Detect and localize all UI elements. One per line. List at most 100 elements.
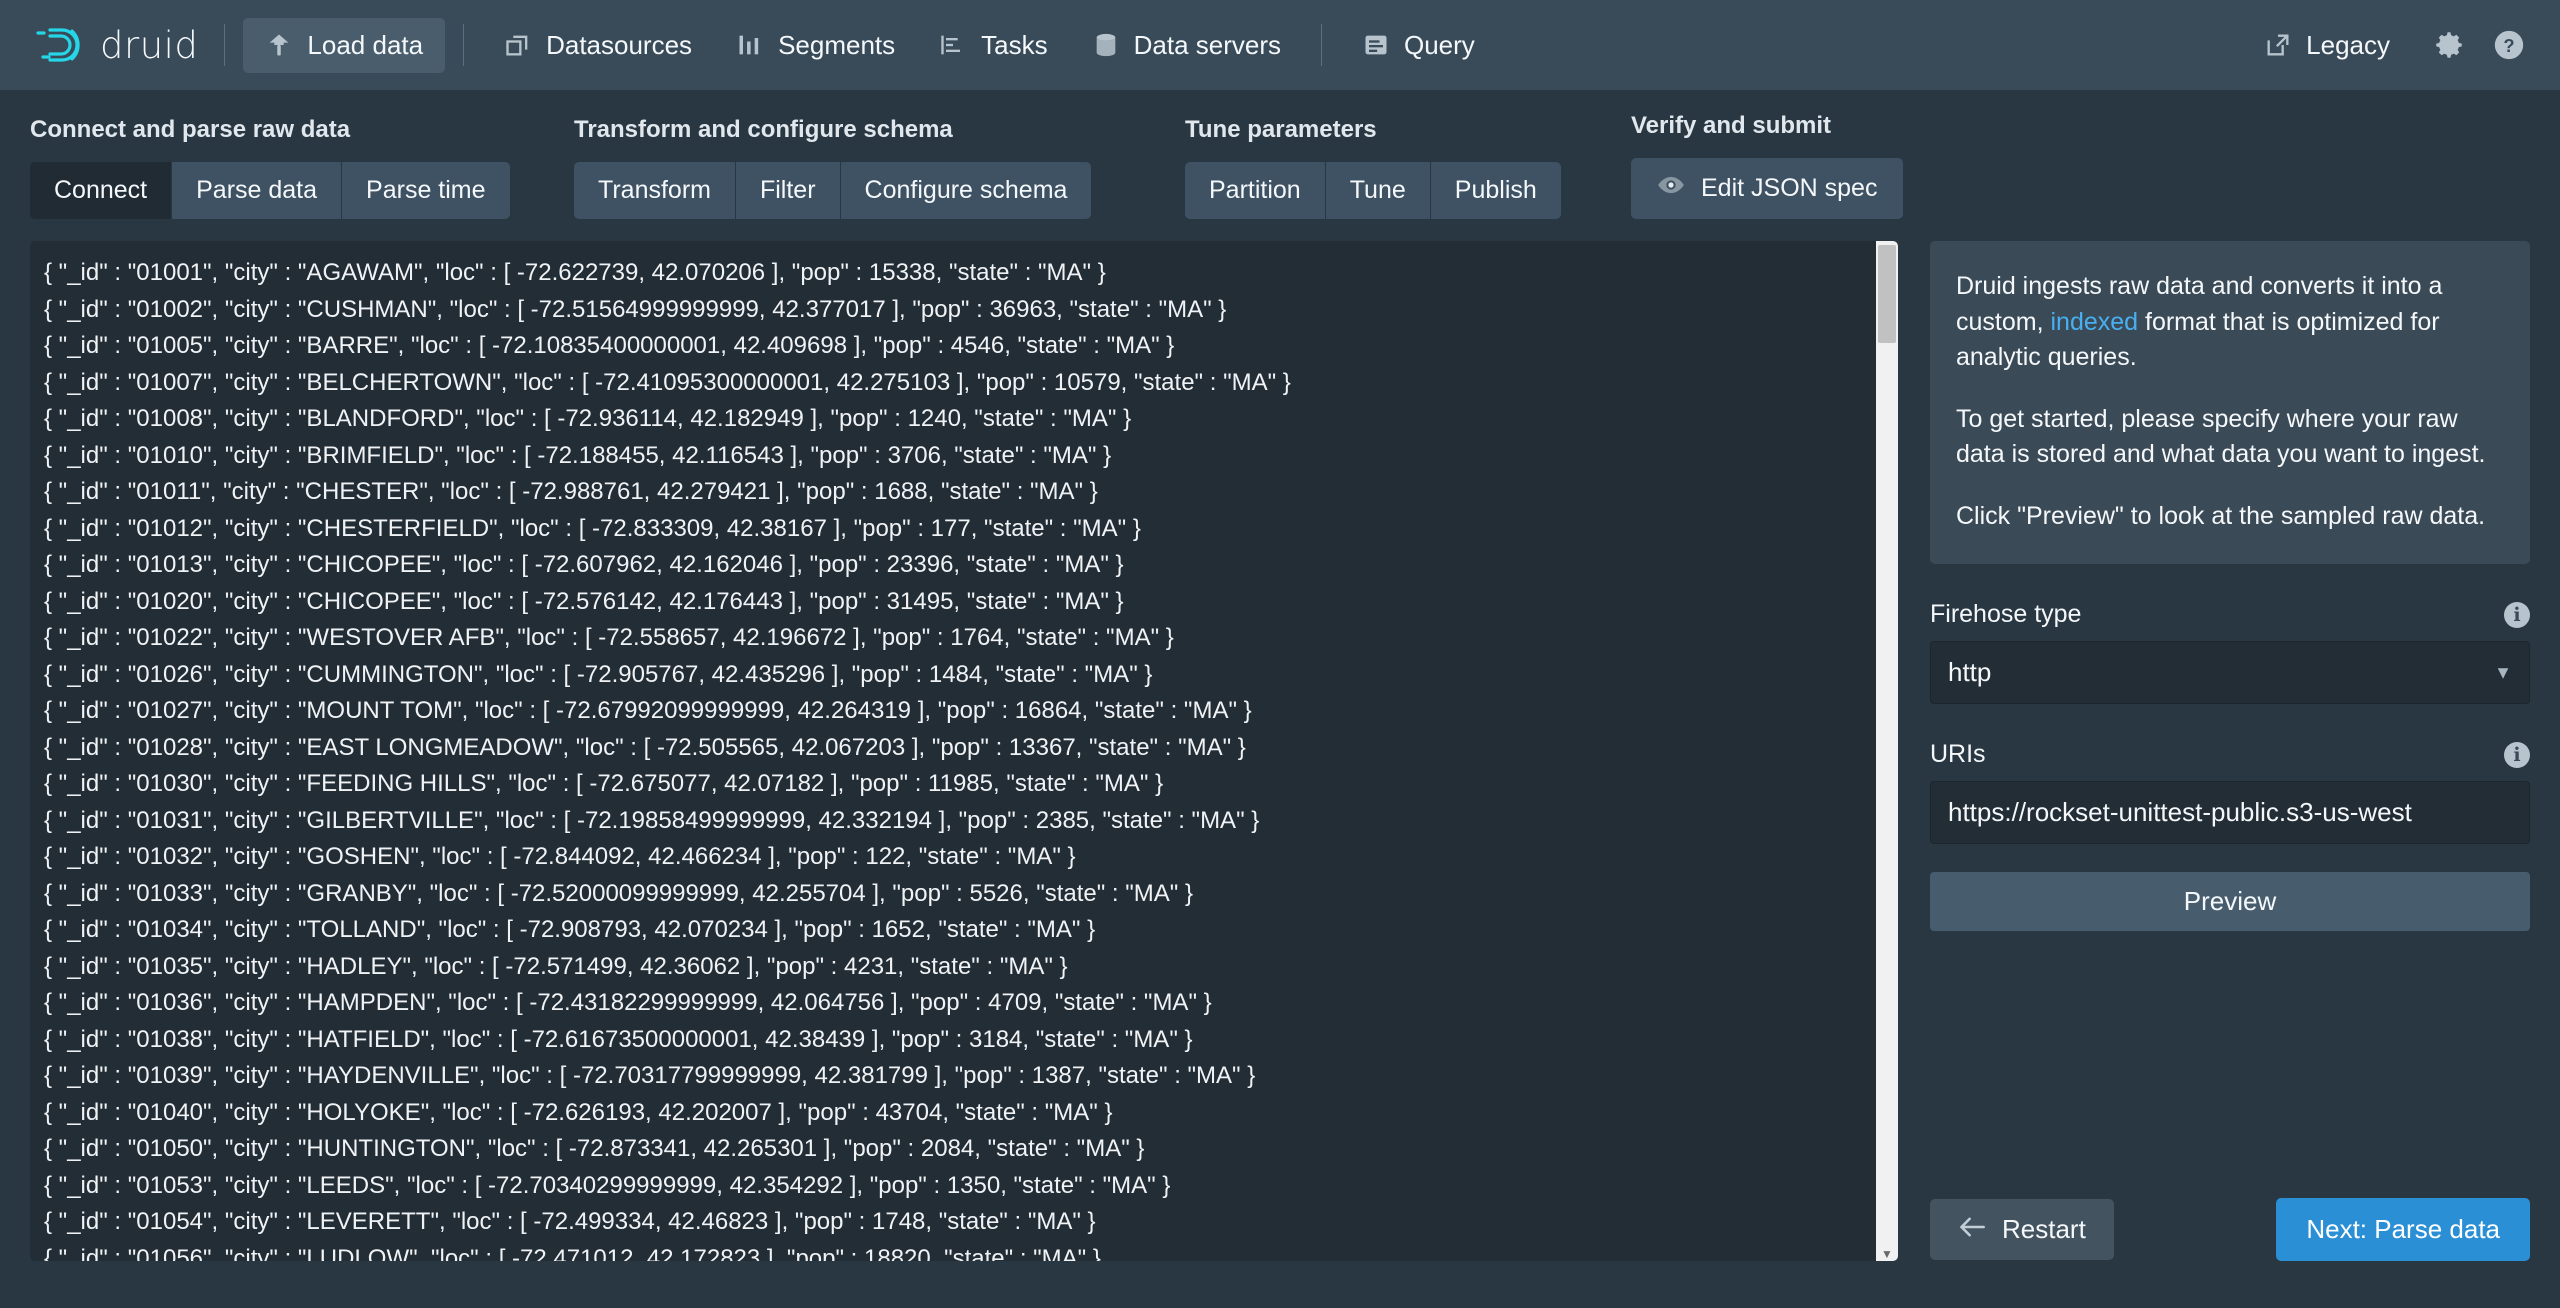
- restart-button[interactable]: Restart: [1930, 1199, 2114, 1260]
- eye-icon: [1657, 171, 1685, 206]
- tab-connect[interactable]: Connect: [30, 161, 172, 219]
- nav-item-segments[interactable]: Segments: [714, 18, 917, 73]
- step-button-group: Connect Parse data Parse time: [30, 161, 548, 219]
- info-card: Druid ingests raw data and converts it i…: [1930, 241, 2530, 564]
- info-paragraph-1: Druid ingests raw data and converts it i…: [1956, 269, 2504, 376]
- database-icon: [1092, 31, 1120, 59]
- druid-logo-icon: [34, 24, 84, 66]
- step-group-title: Verify and submit: [1631, 112, 1832, 139]
- step-button-group: Transform Filter Configure schema: [574, 161, 1159, 219]
- restart-label: Restart: [2002, 1214, 2086, 1244]
- preview-button[interactable]: Preview: [1930, 872, 2530, 931]
- step-group-tune-parameters: Tune parameters Partition Tune Publish: [1185, 116, 1605, 219]
- raw-data-line: { "_id" : "01030", "city" : "FEEDING HIL…: [44, 770, 1164, 797]
- raw-data-line: { "_id" : "01012", "city" : "CHESTERFIEL…: [44, 514, 1141, 542]
- tab-filter[interactable]: Filter: [734, 161, 840, 219]
- raw-data-line: { "_id" : "01036", "city" : "HAMPDEN", "…: [44, 989, 1212, 1016]
- nav-item-label: Datasources: [546, 29, 693, 60]
- tab-configure-schema[interactable]: Configure schema: [839, 161, 1092, 219]
- svg-text:?: ?: [2503, 35, 2514, 56]
- step-group-verify-submit: Verify and submit Edit JSON spec: [1631, 112, 1904, 219]
- raw-data-line: { "_id" : "01026", "city" : "CUMMINGTON"…: [44, 660, 1153, 688]
- upload-cloud-icon: [265, 31, 293, 59]
- raw-data-line: { "_id" : "01010", "city" : "BRIMFIELD",…: [44, 441, 1112, 469]
- nav-item-label: Query: [1404, 29, 1475, 60]
- tab-tune[interactable]: Tune: [1324, 161, 1430, 219]
- info-paragraph-2: To get started, please specify where you…: [1956, 404, 2486, 469]
- scrollbar-thumb[interactable]: [1878, 245, 1896, 343]
- step-group-title: Transform and configure schema: [574, 115, 953, 143]
- raw-data-line: { "_id" : "01032", "city" : "GOSHEN", "l…: [44, 843, 1076, 870]
- nav-item-datasources[interactable]: Datasources: [482, 18, 714, 73]
- nav-item-label: Legacy: [2306, 29, 2390, 60]
- raw-data-line: { "_id" : "01053", "city" : "LEEDS", "lo…: [44, 1171, 1171, 1199]
- raw-data-lines: { "_id" : "01001", "city" : "AGAWAM", "l…: [30, 241, 1898, 1261]
- raw-data-line: { "_id" : "01056", "city" : "LUDLOW", "l…: [44, 1244, 1101, 1262]
- right-sidebar: Druid ingests raw data and converts it i…: [1930, 241, 2530, 1261]
- nav-item-label: Segments: [778, 29, 896, 60]
- divider: [463, 24, 465, 66]
- info-icon[interactable]: i: [2504, 741, 2530, 768]
- raw-data-line: { "_id" : "01001", "city" : "AGAWAM", "l…: [44, 259, 1106, 286]
- wizard-steps-bar: Connect and parse raw data Connect Parse…: [0, 90, 2560, 219]
- task-gantt-icon: [939, 31, 967, 59]
- vertical-scrollbar[interactable]: ▲ ▼: [1876, 241, 1898, 1261]
- firehose-type-header: Firehose type i: [1930, 600, 2530, 629]
- raw-data-line: { "_id" : "01039", "city" : "HAYDENVILLE…: [44, 1062, 1256, 1089]
- step-button-group: Partition Tune Publish: [1185, 161, 1605, 219]
- help-circle-icon[interactable]: ?: [2486, 22, 2532, 68]
- edit-json-spec-button[interactable]: Edit JSON spec: [1631, 158, 1904, 219]
- divider: [1321, 24, 1322, 66]
- raw-data-line: { "_id" : "01050", "city" : "HUNTINGTON"…: [44, 1135, 1145, 1162]
- tab-publish[interactable]: Publish: [1429, 161, 1561, 219]
- raw-data-line: { "_id" : "01035", "city" : "HADLEY", "l…: [44, 952, 1068, 980]
- brand[interactable]: druid: [34, 24, 198, 67]
- raw-data-line: { "_id" : "01040", "city" : "HOLYOKE", "…: [44, 1098, 1113, 1126]
- nav-item-tasks[interactable]: Tasks: [917, 18, 1069, 73]
- next-parse-data-button[interactable]: Next: Parse data: [2276, 1198, 2530, 1261]
- info-paragraph-3: Click "Preview" to look at the sampled r…: [1956, 501, 2486, 530]
- nav-item-query[interactable]: Query: [1340, 18, 1497, 73]
- scroll-down-arrow[interactable]: ▼: [1876, 1247, 1898, 1261]
- gear-icon[interactable]: [2426, 22, 2472, 68]
- tab-parse-data[interactable]: Parse data: [171, 161, 342, 219]
- step-group-title: Connect and parse raw data: [30, 115, 351, 143]
- raw-data-line: { "_id" : "01002", "city" : "CUSHMAN", "…: [44, 295, 1227, 323]
- firehose-type-field: Firehose type i ▼: [1930, 600, 2530, 704]
- raw-data-line: { "_id" : "01022", "city" : "WESTOVER AF…: [44, 624, 1174, 651]
- layers-icon: [504, 31, 532, 59]
- firehose-type-label: Firehose type: [1930, 600, 2082, 628]
- firehose-type-select[interactable]: [1930, 641, 2530, 704]
- console-icon: [1362, 31, 1390, 59]
- tab-partition[interactable]: Partition: [1185, 161, 1325, 219]
- nav-item-label: Tasks: [981, 29, 1048, 60]
- info-icon[interactable]: i: [2504, 601, 2530, 628]
- raw-data-line: { "_id" : "01031", "city" : "GILBERTVILL…: [44, 806, 1260, 834]
- external-link-icon: [2264, 31, 2292, 59]
- divider: [224, 24, 226, 66]
- uris-input[interactable]: [1930, 781, 2530, 844]
- uris-header: URIs i: [1930, 740, 2530, 769]
- nav-item-label: Data servers: [1133, 29, 1281, 60]
- navbar-right-group: Legacy ?: [2242, 18, 2532, 73]
- sidebar-footer: Restart Next: Parse data: [1930, 1198, 2530, 1261]
- uris-label: URIs: [1930, 740, 1986, 768]
- edit-json-spec-label: Edit JSON spec: [1701, 174, 1878, 202]
- nav-item-legacy[interactable]: Legacy: [2242, 18, 2412, 73]
- brand-name: druid: [100, 23, 199, 67]
- tab-parse-time[interactable]: Parse time: [341, 161, 510, 219]
- bar-chart-icon: [736, 31, 764, 59]
- indexed-link[interactable]: indexed: [2050, 308, 2138, 336]
- raw-data-line: { "_id" : "01007", "city" : "BELCHERTOWN…: [44, 368, 1291, 396]
- raw-data-line: { "_id" : "01033", "city" : "GRANBY", "l…: [44, 879, 1193, 907]
- nav-item-load-data[interactable]: Load data: [243, 17, 446, 73]
- nav-item-label: Load data: [307, 29, 424, 60]
- navbar-left-group: druid Load data Datasources Segments Tas…: [34, 17, 1497, 73]
- raw-data-line: { "_id" : "01027", "city" : "MOUNT TOM",…: [44, 697, 1252, 724]
- raw-data-line: { "_id" : "01020", "city" : "CHICOPEE", …: [44, 587, 1124, 615]
- raw-data-line: { "_id" : "01011", "city" : "CHESTER", "…: [44, 478, 1098, 505]
- step-group-connect-parse: Connect and parse raw data Connect Parse…: [30, 116, 548, 219]
- uris-field: URIs i: [1930, 740, 2530, 844]
- tab-transform[interactable]: Transform: [574, 161, 735, 219]
- nav-item-data-servers[interactable]: Data servers: [1070, 18, 1303, 73]
